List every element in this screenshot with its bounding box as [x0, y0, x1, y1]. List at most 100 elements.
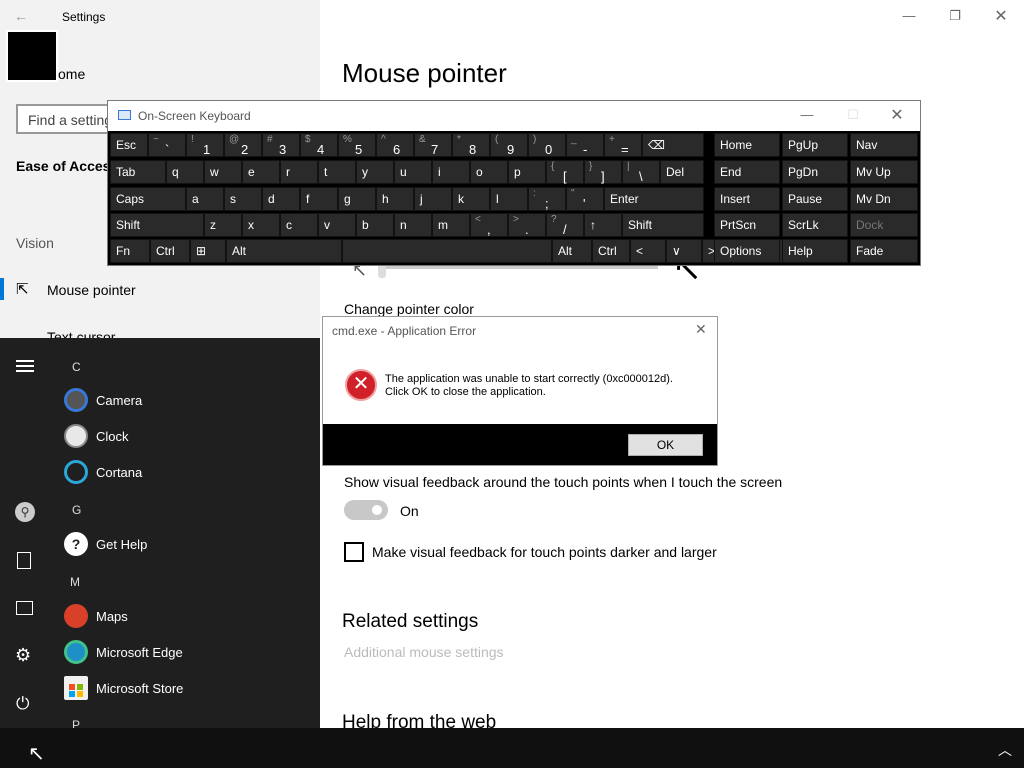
- key-sym-362[interactable]: <,: [470, 213, 508, 237]
- ok-button[interactable]: OK: [628, 434, 703, 456]
- restore-icon[interactable]: ❐: [932, 8, 978, 24]
- key-enter[interactable]: Enter: [604, 187, 704, 211]
- key-e[interactable]: e: [242, 160, 280, 184]
- size-slider-track[interactable]: [382, 266, 658, 269]
- key-0[interactable]: ) 0: [528, 133, 566, 157]
- key-sym-514[interactable]: | \: [622, 160, 660, 184]
- key-sym-496[interactable]: + =: [604, 133, 642, 157]
- dialog-close-icon[interactable]: ✕: [695, 321, 707, 338]
- key-f[interactable]: f: [300, 187, 338, 211]
- key-o[interactable]: o: [470, 160, 508, 184]
- key-sym-534[interactable]: ⌫: [642, 133, 704, 157]
- key-sym-420[interactable]: :;: [528, 187, 566, 211]
- key-sym-400[interactable]: >.: [508, 213, 546, 237]
- key-del[interactable]: Del: [660, 160, 704, 184]
- key-sym-438[interactable]: ? /: [546, 213, 584, 237]
- key-a[interactable]: a: [186, 187, 224, 211]
- key-sym-476[interactable]: }]: [584, 160, 622, 184]
- key-l[interactable]: l: [490, 187, 528, 211]
- key-help[interactable]: Help: [782, 239, 848, 263]
- key-5[interactable]: % 5: [338, 133, 376, 157]
- app-clock[interactable]: Clock: [96, 429, 129, 444]
- letter-header-c[interactable]: C: [72, 360, 81, 374]
- key-fade[interactable]: Fade: [850, 239, 918, 263]
- key-s[interactable]: s: [224, 187, 262, 211]
- key-u[interactable]: u: [394, 160, 432, 184]
- key-n[interactable]: n: [394, 213, 432, 237]
- key-sym-458[interactable]: " ': [566, 187, 604, 211]
- key-y[interactable]: y: [356, 160, 394, 184]
- key-b[interactable]: b: [356, 213, 394, 237]
- key-tab[interactable]: Tab: [110, 160, 166, 184]
- key-fn[interactable]: Fn: [110, 239, 150, 263]
- key-q[interactable]: q: [166, 160, 204, 184]
- app-maps[interactable]: Maps: [96, 609, 128, 624]
- key-nav[interactable]: Nav: [850, 133, 918, 157]
- minimize-icon[interactable]: —: [886, 8, 932, 23]
- osk-close-icon[interactable]: ✕: [874, 105, 920, 125]
- key-p[interactable]: p: [508, 160, 546, 184]
- app-camera[interactable]: Camera: [96, 393, 142, 408]
- key-3[interactable]: #3: [262, 133, 300, 157]
- key-2[interactable]: @2: [224, 133, 262, 157]
- key-caps[interactable]: Caps: [110, 187, 186, 211]
- key-j[interactable]: j: [414, 187, 452, 211]
- key-m[interactable]: m: [432, 213, 470, 237]
- key-w[interactable]: w: [204, 160, 242, 184]
- key-ctrl[interactable]: Ctrl: [592, 239, 630, 263]
- power-icon[interactable]: ⏻: [16, 694, 29, 714]
- home-nav-label[interactable]: ome: [58, 66, 85, 82]
- app-microsoft-edge[interactable]: Microsoft Edge: [96, 645, 183, 660]
- darker-feedback-checkbox[interactable]: [344, 542, 364, 562]
- settings-gear-icon[interactable]: ⚙: [15, 645, 31, 666]
- key-shift[interactable]: Shift: [110, 213, 204, 237]
- key-7[interactable]: & 7: [414, 133, 452, 157]
- key-end[interactable]: End: [714, 160, 780, 184]
- key-shift[interactable]: Shift: [622, 213, 704, 237]
- key-pgup[interactable]: PgUp: [782, 133, 848, 157]
- key-alt[interactable]: Alt: [552, 239, 592, 263]
- key-h[interactable]: h: [376, 187, 414, 211]
- osk-maximize-icon[interactable]: ☐: [830, 107, 876, 123]
- key-space[interactable]: [342, 239, 552, 263]
- key-r[interactable]: r: [280, 160, 318, 184]
- key-mv-up[interactable]: Mv Up: [850, 160, 918, 184]
- key-pgdn[interactable]: PgDn: [782, 160, 848, 184]
- key-insert[interactable]: Insert: [714, 187, 780, 211]
- app-microsoft-store[interactable]: Microsoft Store: [96, 681, 183, 696]
- key-9[interactable]: (9: [490, 133, 528, 157]
- key-sym-40[interactable]: ~ `: [148, 133, 186, 157]
- key-k[interactable]: k: [452, 187, 490, 211]
- key-v[interactable]: v: [318, 213, 356, 237]
- key-4[interactable]: $4: [300, 133, 338, 157]
- documents-icon[interactable]: [17, 552, 31, 569]
- key-dock[interactable]: Dock: [850, 213, 918, 237]
- key-i[interactable]: i: [432, 160, 470, 184]
- nav-item-mouse-pointer[interactable]: Mouse pointer: [47, 282, 136, 298]
- key-scrlk[interactable]: ScrLk: [782, 213, 848, 237]
- key-options[interactable]: Options: [714, 239, 780, 263]
- letter-header-g[interactable]: G: [72, 503, 81, 517]
- key-ctrl[interactable]: Ctrl: [150, 239, 190, 263]
- show-hidden-icons-chevron-icon[interactable]: ︿: [998, 740, 1012, 760]
- additional-mouse-settings-link[interactable]: Additional mouse settings: [344, 644, 504, 660]
- osk-minimize-icon[interactable]: —: [784, 107, 830, 122]
- key-g[interactable]: g: [338, 187, 376, 211]
- key-8[interactable]: * 8: [452, 133, 490, 157]
- back-arrow-icon[interactable]: ←: [14, 8, 28, 24]
- key-sym-476[interactable]: ↑: [584, 213, 622, 237]
- key-6[interactable]: ^ 6: [376, 133, 414, 157]
- key-z[interactable]: z: [204, 213, 242, 237]
- key-1[interactable]: ! 1: [186, 133, 224, 157]
- key-alt[interactable]: Alt: [226, 239, 342, 263]
- key-mv-dn[interactable]: Mv Dn: [850, 187, 918, 211]
- app-get-help[interactable]: Get Help: [96, 537, 147, 552]
- letter-header-m[interactable]: M: [70, 575, 80, 589]
- touch-feedback-toggle[interactable]: [344, 500, 388, 520]
- key-prtscn[interactable]: PrtScn: [714, 213, 780, 237]
- key-sym-82[interactable]: ⊞: [190, 239, 226, 263]
- hamburger-menu-icon[interactable]: [16, 360, 34, 372]
- key-c[interactable]: c: [280, 213, 318, 237]
- key-sym-522[interactable]: <: [630, 239, 666, 263]
- close-icon[interactable]: ✕: [978, 6, 1024, 26]
